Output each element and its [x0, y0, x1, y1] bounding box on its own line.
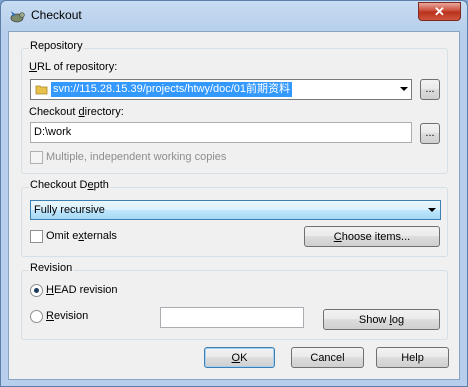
omit-externals-checkbox[interactable]	[30, 230, 43, 243]
browse-url-button[interactable]: ...	[420, 79, 440, 100]
checkout-depth-value: Fully recursive	[34, 204, 105, 216]
url-combobox[interactable]: svn://115.28.15.39/projects/htwy/doc/01前…	[30, 79, 412, 100]
chevron-down-icon[interactable]	[400, 87, 408, 91]
revision-group: Revision HEAD revision Revision Show log	[21, 262, 448, 340]
omit-externals-label: Omit externals	[46, 230, 117, 242]
multiple-working-copies-label: Multiple, independent working copies	[46, 151, 227, 163]
choose-items-button[interactable]: Choose items...	[304, 226, 440, 247]
folder-icon	[35, 85, 48, 95]
show-log-button[interactable]: Show log	[323, 309, 440, 330]
head-revision-label: HEAD revision	[46, 284, 118, 296]
browse-directory-button[interactable]: ...	[420, 123, 440, 144]
multiple-working-copies-checkbox[interactable]	[30, 151, 43, 164]
dialog-body: Repository URL of repository: svn://115.…	[8, 31, 460, 380]
checkout-dialog: Checkout ✕ Repository URL of repository:…	[0, 0, 468, 387]
revision-input[interactable]	[160, 307, 304, 328]
checkout-directory-value: D:\work	[34, 126, 72, 138]
ok-button[interactable]: OK	[204, 347, 275, 368]
checkout-directory-label: Checkout directory:	[29, 106, 124, 118]
revision-radio[interactable]	[30, 310, 43, 323]
head-revision-radio[interactable]	[30, 284, 43, 297]
checkout-depth-legend: Checkout Depth	[29, 179, 110, 191]
chevron-down-icon[interactable]	[428, 208, 436, 212]
close-button[interactable]: ✕	[418, 2, 461, 21]
window-title: Checkout	[31, 8, 82, 22]
url-value: svn://115.28.15.39/projects/htwy/doc/01前…	[51, 82, 293, 97]
title-bar[interactable]: Checkout ✕	[1, 1, 467, 31]
close-icon: ✕	[434, 4, 445, 19]
revision-label: Revision	[46, 310, 89, 322]
repository-legend: Repository	[29, 40, 84, 52]
cancel-button[interactable]: Cancel	[291, 347, 364, 368]
repository-group: Repository URL of repository: svn://115.…	[21, 40, 448, 174]
checkout-depth-group: Checkout Depth Fully recursive Omit exte…	[21, 179, 448, 257]
checkout-depth-select[interactable]: Fully recursive	[30, 200, 441, 220]
tortoisesvn-checkout-icon	[10, 11, 25, 23]
url-label: URL of repository:	[29, 61, 118, 73]
checkout-directory-input[interactable]: D:\work	[30, 122, 412, 143]
help-button[interactable]: Help	[376, 347, 449, 368]
revision-legend: Revision	[29, 262, 74, 274]
